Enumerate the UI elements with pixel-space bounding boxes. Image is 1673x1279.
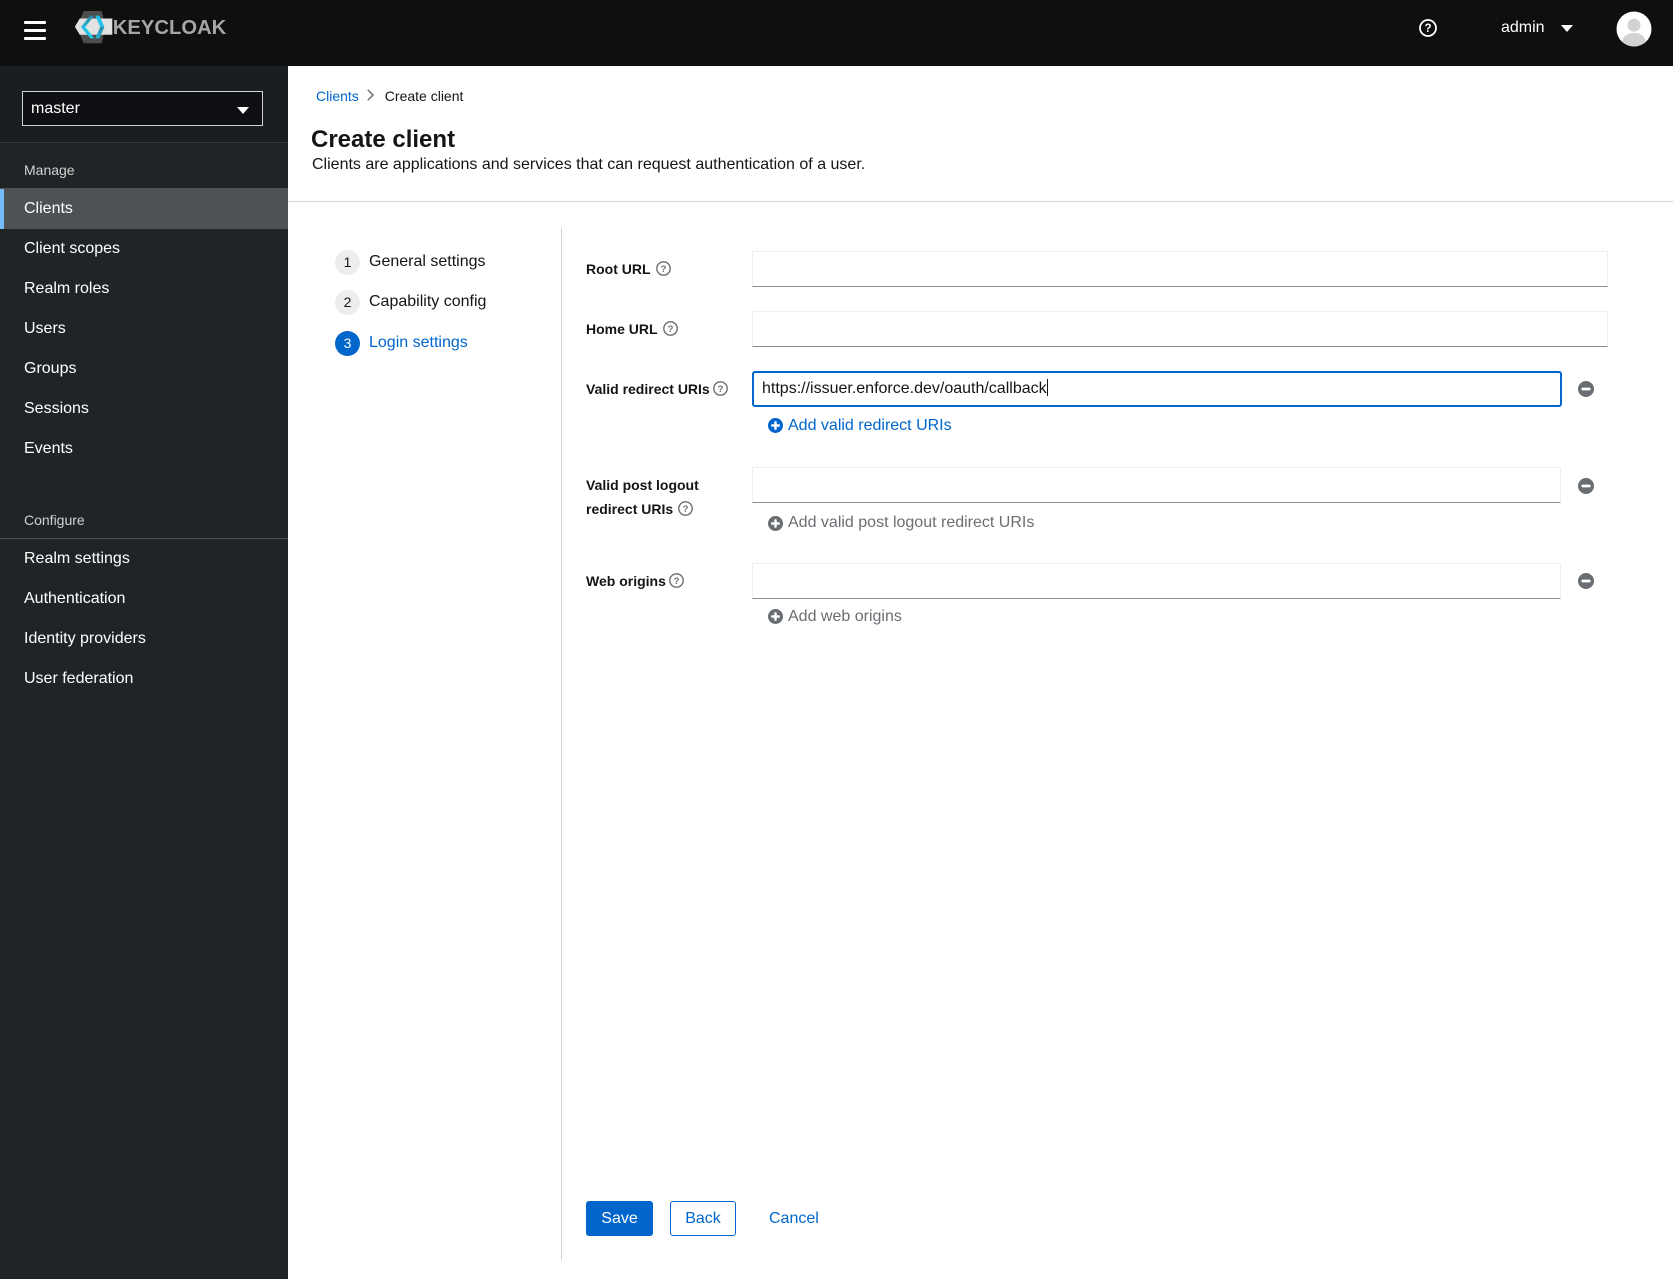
svg-text:?: ? xyxy=(661,264,667,275)
svg-text:?: ? xyxy=(718,384,724,395)
svg-text:?: ? xyxy=(674,576,680,587)
svg-text:KEYCLOAK: KEYCLOAK xyxy=(113,16,227,39)
svg-text:?: ? xyxy=(683,504,689,515)
svg-text:?: ? xyxy=(1424,23,1431,35)
svg-text:?: ? xyxy=(668,324,674,335)
